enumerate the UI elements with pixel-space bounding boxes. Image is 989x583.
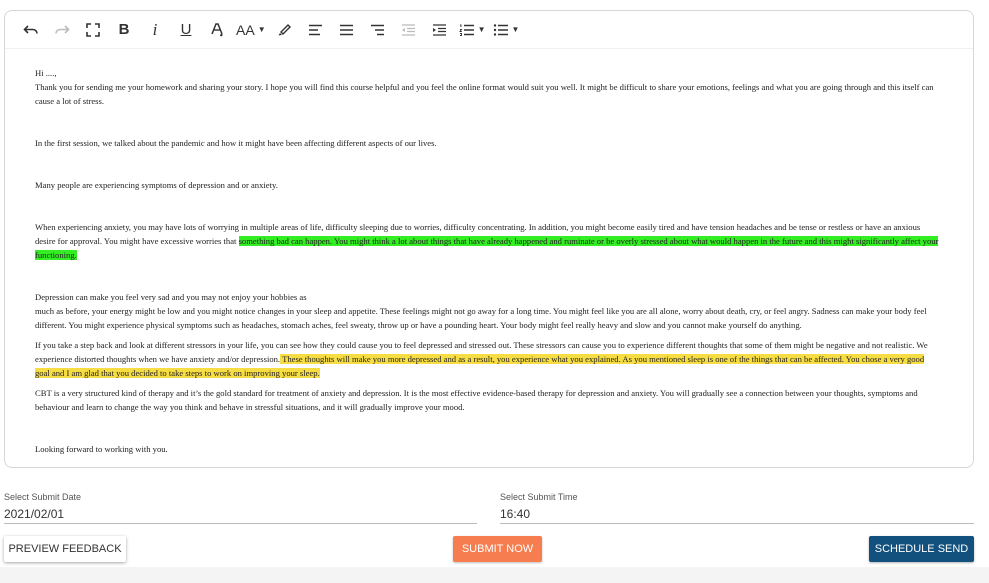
paragraph-symptoms: Many people are experiencing symptoms of… [35,180,278,190]
align-left-icon[interactable] [304,18,328,42]
redo-icon[interactable] [50,18,74,42]
paragraph-depression: much as before, your energy might be low… [35,306,927,330]
rich-text-editor[interactable]: B i U AA ▼ ▼ ▼ Hi ...., Thank you for se… [4,10,974,468]
submit-time-underline [500,523,974,524]
underline-button[interactable]: U [174,18,198,42]
paragraph-session: In the first session, we talked about th… [35,138,437,148]
align-right-icon[interactable] [366,18,390,42]
undo-icon[interactable] [19,18,43,42]
paragraph-anxiety: When experiencing anxiety, you may have … [35,220,940,262]
submit-time-input[interactable]: 16:40 [500,507,974,523]
paragraph-intro: Thank you for sending me your homework a… [35,82,934,106]
chevron-down-icon: ▼ [257,25,266,34]
align-center-icon[interactable] [335,18,359,42]
submit-now-button[interactable]: SUBMIT NOW [453,536,542,562]
schedule-send-button[interactable]: SCHEDULE SEND [869,536,974,562]
outdent-icon[interactable] [397,18,421,42]
font-color-icon[interactable] [205,18,229,42]
fullscreen-icon[interactable] [81,18,105,42]
paragraph-stressors: If you take a step back and look at diff… [35,338,940,380]
indent-icon[interactable] [428,18,452,42]
paragraph-depression-line1: Depression can make you feel very sad an… [35,292,307,302]
preview-feedback-button[interactable]: PREVIEW FEEDBACK [4,536,126,562]
editor-toolbar: B i U AA ▼ ▼ ▼ [5,11,973,49]
bold-button[interactable]: B [112,18,136,42]
italic-button[interactable]: i [143,18,167,42]
closing-text: Looking forward to working with you. [35,444,168,454]
greeting-text: Hi ...., [35,68,57,78]
font-size-label: AA [236,21,255,38]
submit-date-field[interactable]: Select Submit Date 2021/02/01 [4,492,477,524]
submit-date-underline [4,523,477,524]
editor-content[interactable]: Hi ...., Thank you for sending me your h… [35,66,940,456]
ordered-list-icon[interactable]: ▼ [458,18,486,42]
paragraph-cbt: CBT is a very structured kind of therapy… [35,388,918,412]
submit-date-label: Select Submit Date [4,492,82,502]
chevron-down-icon: ▼ [511,25,520,34]
highlight-icon[interactable] [273,18,297,42]
page-footer-band [0,567,989,583]
submit-time-field[interactable]: Select Submit Time 16:40 [500,492,974,524]
font-size-button[interactable]: AA ▼ [236,18,266,42]
chevron-down-icon: ▼ [477,25,486,34]
submit-date-input[interactable]: 2021/02/01 [4,507,477,523]
bullet-list-icon[interactable]: ▼ [493,18,520,42]
submit-time-label: Select Submit Time [500,492,578,502]
